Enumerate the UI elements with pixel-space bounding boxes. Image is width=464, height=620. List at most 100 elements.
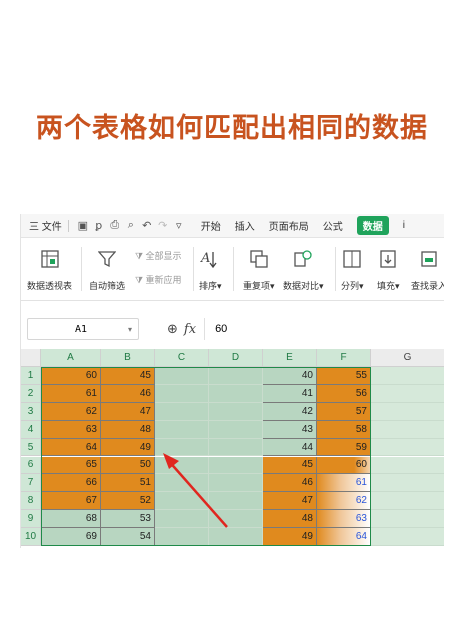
cell-b1[interactable]: 45 — [101, 367, 155, 385]
cell-c9[interactable] — [155, 510, 209, 529]
cell-f2[interactable]: 56 — [317, 384, 371, 403]
cell-g4[interactable] — [371, 420, 444, 439]
cell-f5[interactable]: 59 — [317, 438, 371, 457]
cell-g3[interactable] — [371, 402, 444, 421]
cell-f7[interactable]: 61 — [317, 474, 371, 493]
save-icon[interactable]: ▣ — [75, 219, 91, 232]
cell-b6[interactable]: 50 — [101, 456, 155, 475]
tab-data[interactable]: 数据 — [356, 216, 389, 235]
column-header-g[interactable]: G — [371, 349, 444, 367]
cell-e10[interactable]: 49 — [263, 528, 317, 546]
row-header-6[interactable]: 6 — [21, 456, 41, 475]
row-header-7[interactable]: 7 — [21, 474, 41, 493]
redo-icon[interactable]: ↷ — [155, 219, 171, 232]
cell-a8[interactable]: 67 — [41, 492, 101, 511]
row-header-8[interactable]: 8 — [21, 492, 41, 511]
column-header-c[interactable]: C — [155, 349, 209, 367]
cell-b3[interactable]: 47 — [101, 402, 155, 421]
data-compare-button[interactable]: 数据对比▾ — [283, 247, 324, 292]
dropdown-icon[interactable]: ▿ — [171, 219, 187, 232]
cell-c2[interactable] — [155, 384, 209, 403]
cell-g1[interactable] — [371, 367, 444, 385]
undo-icon[interactable]: ↶ — [139, 219, 155, 232]
insert-function-button[interactable]: fx — [184, 322, 196, 337]
column-header-e[interactable]: E — [263, 349, 317, 367]
cell-d1[interactable] — [209, 367, 263, 385]
cell-e3[interactable]: 42 — [263, 402, 317, 421]
cell-f4[interactable]: 58 — [317, 420, 371, 439]
cell-c5[interactable] — [155, 438, 209, 457]
row-header-5[interactable]: 5 — [21, 438, 41, 457]
tab-home[interactable]: 开始 — [201, 218, 221, 233]
cell-a6[interactable]: 65 — [41, 456, 101, 475]
cell-b5[interactable]: 49 — [101, 438, 155, 457]
cell-e8[interactable]: 47 — [263, 492, 317, 511]
cell-e1[interactable]: 40 — [263, 367, 317, 385]
cell-f10[interactable]: 64 — [317, 528, 371, 546]
cell-d4[interactable] — [209, 420, 263, 439]
cell-c7[interactable] — [155, 474, 209, 493]
cell-a4[interactable]: 63 — [41, 420, 101, 439]
cell-a3[interactable]: 62 — [41, 402, 101, 421]
name-box[interactable]: A1 ▾ — [27, 318, 139, 340]
cell-b2[interactable]: 46 — [101, 384, 155, 403]
print-preview-icon[interactable]: ⌕ — [123, 219, 139, 232]
cell-d10[interactable] — [209, 528, 263, 546]
show-all-button[interactable]: ⧩ 全部显示 — [135, 249, 182, 262]
cell-g2[interactable] — [371, 384, 444, 403]
cell-e5[interactable]: 44 — [263, 438, 317, 457]
cell-d2[interactable] — [209, 384, 263, 403]
select-all-corner[interactable] — [21, 349, 41, 367]
tab-insert[interactable]: 插入 — [235, 218, 255, 233]
zoom-search-icon[interactable]: ⊕ — [167, 321, 178, 337]
cell-d3[interactable] — [209, 402, 263, 421]
column-header-a[interactable]: A — [41, 349, 101, 367]
cell-b10[interactable]: 54 — [101, 528, 155, 546]
cell-c3[interactable] — [155, 402, 209, 421]
fill-button[interactable]: 填充▾ — [377, 247, 400, 292]
sort-button[interactable]: A 排序▾ — [199, 247, 222, 292]
cell-f1[interactable]: 55 — [317, 367, 371, 385]
duplicates-button[interactable]: 重复项▾ — [243, 247, 275, 292]
cell-b8[interactable]: 52 — [101, 492, 155, 511]
cell-c6[interactable] — [155, 456, 209, 475]
column-header-d[interactable]: D — [209, 349, 263, 367]
cell-d9[interactable] — [209, 510, 263, 529]
row-header-9[interactable]: 9 — [21, 510, 41, 529]
column-header-f[interactable]: F — [317, 349, 371, 367]
cell-e2[interactable]: 41 — [263, 384, 317, 403]
cell-g10[interactable] — [371, 528, 444, 546]
cell-g8[interactable] — [371, 492, 444, 511]
file-menu[interactable]: 三 文件 — [29, 218, 62, 233]
row-header-1[interactable]: 1 — [21, 367, 41, 385]
cell-b7[interactable]: 51 — [101, 474, 155, 493]
cell-f3[interactable]: 57 — [317, 402, 371, 421]
row-header-3[interactable]: 3 — [21, 402, 41, 421]
cell-e4[interactable]: 43 — [263, 420, 317, 439]
print-icon[interactable]: ⎙ — [107, 219, 123, 232]
formula-input[interactable]: 60 — [204, 318, 227, 340]
cell-f8[interactable]: 62 — [317, 492, 371, 511]
cell-g9[interactable] — [371, 510, 444, 529]
cell-f6[interactable]: 60 — [317, 456, 371, 475]
cell-g5[interactable] — [371, 438, 444, 457]
cell-a10[interactable]: 69 — [41, 528, 101, 546]
cell-e7[interactable]: 46 — [263, 474, 317, 493]
column-header-b[interactable]: B — [101, 349, 155, 367]
cell-f9[interactable]: 63 — [317, 510, 371, 529]
cell-a9[interactable]: 68 — [41, 510, 101, 529]
format-painter-icon[interactable]: ꝑ — [91, 219, 107, 232]
row-header-10[interactable]: 10 — [21, 528, 41, 546]
cell-a7[interactable]: 66 — [41, 474, 101, 493]
cell-d8[interactable] — [209, 492, 263, 511]
cell-c4[interactable] — [155, 420, 209, 439]
row-header-2[interactable]: 2 — [21, 384, 41, 403]
cell-g6[interactable] — [371, 456, 444, 475]
cell-d6[interactable] — [209, 456, 263, 475]
tab-more[interactable]: i — [403, 220, 405, 231]
cell-g7[interactable] — [371, 474, 444, 493]
cell-d5[interactable] — [209, 438, 263, 457]
row-header-4[interactable]: 4 — [21, 420, 41, 439]
cell-d7[interactable] — [209, 474, 263, 493]
cell-e9[interactable]: 48 — [263, 510, 317, 529]
